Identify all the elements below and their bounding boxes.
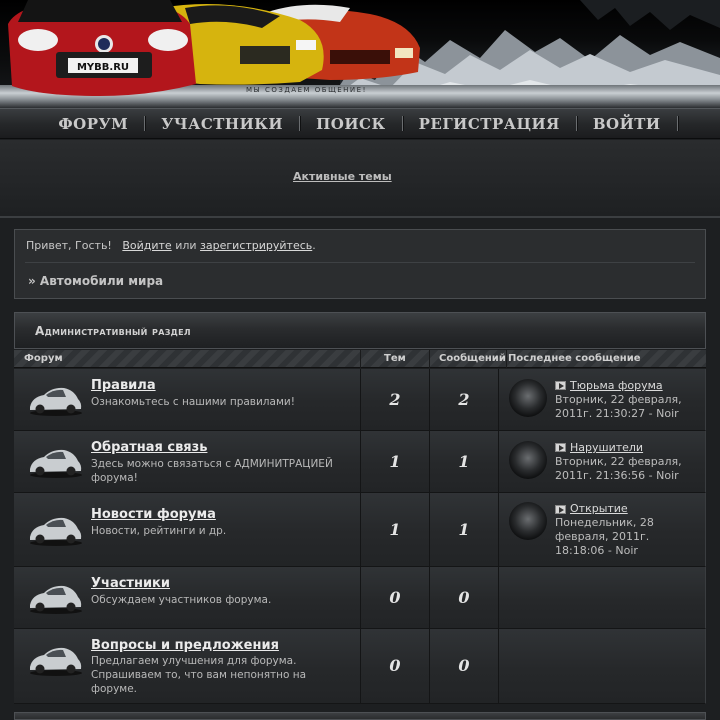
posts-count: 1	[458, 520, 470, 539]
topics-count: 0	[389, 656, 401, 675]
topics-cell: 1	[361, 493, 430, 567]
last-topic-link[interactable]: Нарушители	[570, 441, 643, 454]
forum-row: Участники Обсуждаем участников форума. 0…	[14, 567, 706, 629]
col-forum: Форум	[24, 353, 63, 364]
nav-register[interactable]: РЕГИСТРАЦИЯ	[403, 115, 576, 133]
last-topic-link[interactable]: Открытие	[570, 502, 628, 515]
period-text: .	[312, 239, 316, 252]
go-to-post-icon[interactable]	[555, 381, 566, 390]
topics-count: 2	[389, 390, 401, 409]
nav-forum[interactable]: ФОРУМ	[42, 115, 144, 133]
car-icon	[30, 517, 82, 546]
col-posts: Сообщений	[439, 353, 506, 364]
topics-cell: 2	[361, 369, 430, 431]
last-post-cell	[499, 567, 706, 629]
welcome-box: Привет, Гость! Войдите или зарегистрируй…	[14, 229, 706, 299]
forum-row: Новости форума Новости, рейтинги и др. 1…	[14, 493, 706, 567]
nav-search[interactable]: ПОИСК	[300, 115, 402, 133]
car-icon	[30, 585, 82, 614]
col-divider	[506, 350, 507, 368]
logo-text: MYBB.RU	[77, 62, 129, 73]
greeting-text: Привет, Гость!	[26, 239, 112, 252]
col-topics: Тем	[384, 353, 406, 364]
last-post-meta: Вторник, 22 февраля, 2011г. 21:36:56 - N…	[555, 455, 682, 482]
posts-count: 1	[458, 452, 470, 471]
forum-row: Вопросы и предложения Предлагаем улучшен…	[14, 629, 706, 704]
car-icon	[30, 387, 82, 416]
go-to-post-icon[interactable]	[555, 505, 566, 514]
forum-desc: Ознакомьтесь с нашими правилами!	[91, 396, 295, 408]
forum-desc: Здесь можно связаться с АДМИНИТРАЦИЕЙ фо…	[91, 458, 333, 484]
avatar[interactable]	[509, 379, 547, 417]
topics-count: 1	[389, 520, 401, 539]
nav-login[interactable]: ВОЙТИ	[577, 115, 677, 133]
col-divider	[360, 350, 361, 368]
last-post-cell: Тюрьма форума Вторник, 22 февраля, 2011г…	[499, 369, 706, 431]
forum-desc: Новости, рейтинги и др.	[91, 525, 227, 537]
active-topics-band: Активные темы	[0, 140, 720, 218]
forum-title[interactable]: Вопросы и предложения	[91, 638, 279, 653]
nav-users[interactable]: УЧАСТНИКИ	[145, 115, 299, 133]
forum-title[interactable]: Правила	[91, 378, 156, 393]
avatar[interactable]	[509, 441, 547, 479]
topics-cell: 0	[361, 567, 430, 629]
forum-title[interactable]: Обратная связь	[91, 440, 207, 455]
last-post-meta: Вторник, 22 февраля, 2011г. 21:30:27 - N…	[555, 393, 682, 420]
topics-count: 0	[389, 588, 401, 607]
topics-cell: 0	[361, 629, 430, 704]
breadcrumb[interactable]: » Автомобили мира	[28, 274, 163, 288]
category-header: Административный раздел	[14, 312, 706, 349]
posts-count: 0	[458, 656, 470, 675]
forum-cell: Правила Ознакомьтесь с нашими правилами!	[14, 369, 361, 431]
go-to-post-icon[interactable]	[555, 443, 566, 452]
forum-cell: Новости форума Новости, рейтинги и др.	[14, 493, 361, 567]
posts-count: 2	[458, 390, 470, 409]
divider	[25, 262, 695, 263]
forum-title[interactable]: Участники	[91, 576, 170, 591]
column-header: Форум Тем Сообщений Последнее сообщение	[14, 350, 706, 368]
next-category-header	[14, 712, 706, 720]
or-text: или	[175, 239, 197, 252]
banner-slogan: МЫ СОЗДАЕМ ОБЩЕНИЕ!	[246, 86, 367, 94]
posts-cell: 0	[430, 629, 499, 704]
welcome-line: Привет, Гость! Войдите или зарегистрируй…	[26, 239, 316, 252]
col-last-post: Последнее сообщение	[508, 353, 641, 364]
register-link[interactable]: зарегистрируйтесь	[200, 239, 312, 252]
topics-count: 1	[389, 452, 401, 471]
last-post-cell: Открытие Понедельник, 28 февраля, 2011г.…	[499, 493, 706, 567]
forum-row: Правила Ознакомьтесь с нашими правилами!…	[14, 369, 706, 431]
posts-cell: 1	[430, 431, 499, 493]
last-post-cell: Нарушители Вторник, 22 февраля, 2011г. 2…	[499, 431, 706, 493]
posts-cell: 0	[430, 567, 499, 629]
active-topics-link[interactable]: Активные темы	[293, 170, 392, 183]
car-icon	[30, 449, 82, 478]
header-banner: MYBB.RU МЫ СОЗДАЕМ ОБЩЕНИЕ!	[0, 0, 720, 108]
posts-count: 0	[458, 588, 470, 607]
forum-desc: Предлагаем улучшения для форума. Спрашив…	[91, 655, 307, 695]
last-post-meta: Понедельник, 28 февраля, 2011г. 18:18:06…	[555, 516, 654, 557]
forum-cell: Обратная связь Здесь можно связаться с А…	[14, 431, 361, 493]
login-link[interactable]: Войдите	[122, 239, 171, 252]
forum-desc: Обсуждаем участников форума.	[91, 594, 272, 606]
category-title: Административный раздел	[35, 324, 191, 338]
car-icon	[30, 647, 82, 676]
nav-separator	[676, 116, 678, 131]
main-nav: ФОРУМ УЧАСТНИКИ ПОИСК РЕГИСТРАЦИЯ ВОЙТИ	[0, 108, 720, 139]
last-topic-link[interactable]: Тюрьма форума	[570, 379, 663, 392]
posts-cell: 1	[430, 493, 499, 567]
forum-cell: Участники Обсуждаем участников форума.	[14, 567, 361, 629]
posts-cell: 2	[430, 369, 499, 431]
col-divider	[429, 350, 430, 368]
forum-cell: Вопросы и предложения Предлагаем улучшен…	[14, 629, 361, 704]
topics-cell: 1	[361, 431, 430, 493]
last-post-cell	[499, 629, 706, 704]
forum-row: Обратная связь Здесь можно связаться с А…	[14, 431, 706, 493]
avatar[interactable]	[509, 502, 547, 540]
forum-title[interactable]: Новости форума	[91, 507, 216, 522]
